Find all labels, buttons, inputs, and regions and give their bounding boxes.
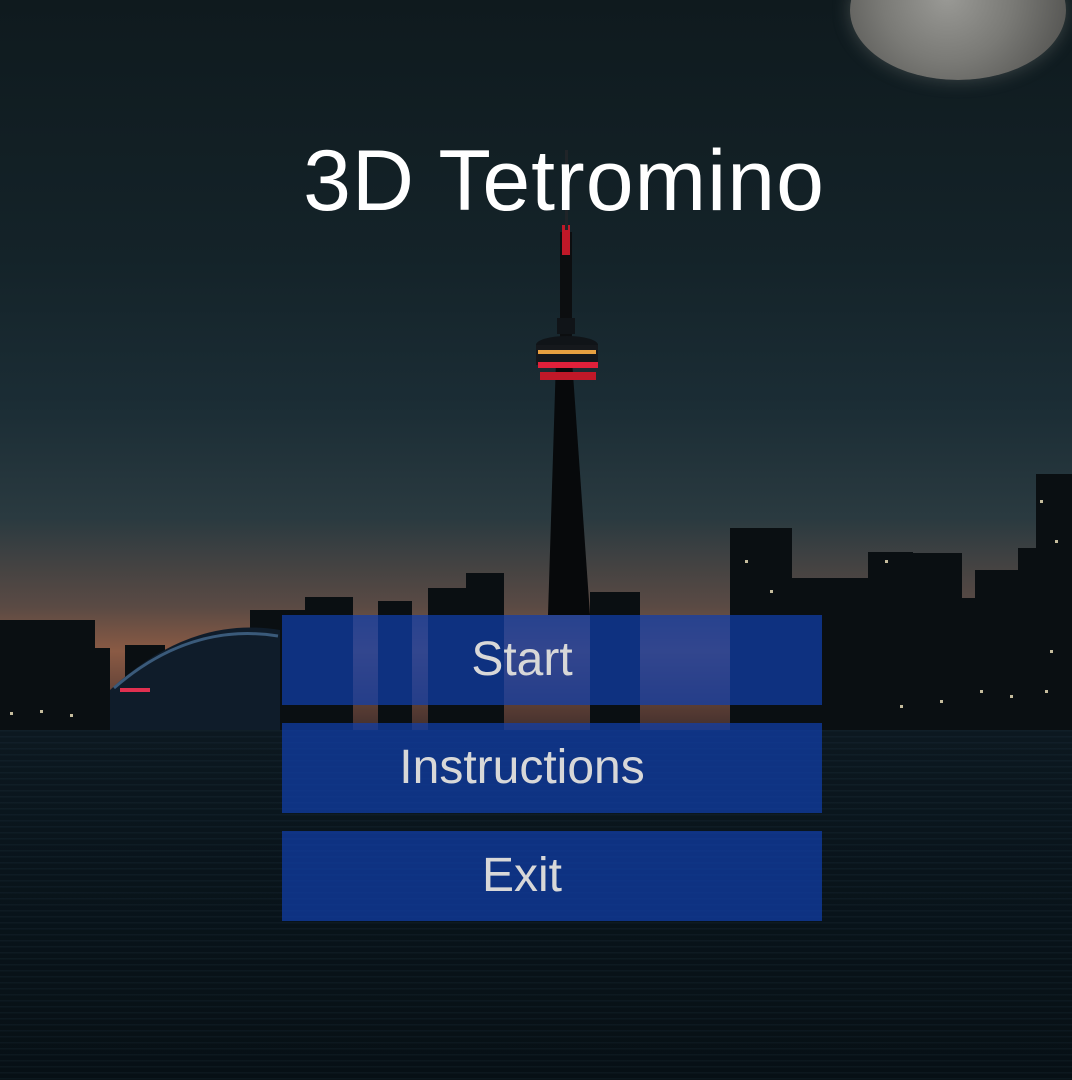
start-button[interactable]: Start — [282, 615, 822, 705]
exit-button[interactable]: Exit — [282, 831, 822, 921]
game-title: 3D Tetromino — [303, 133, 825, 229]
instructions-button-label: Instructions — [399, 741, 645, 794]
exit-button-label: Exit — [481, 849, 562, 902]
instructions-button[interactable]: Instructions — [282, 723, 822, 813]
start-button-label: Start — [471, 633, 573, 686]
main-menu-screen: 3D Tetromino Start Instructions Exit — [0, 0, 1072, 1080]
